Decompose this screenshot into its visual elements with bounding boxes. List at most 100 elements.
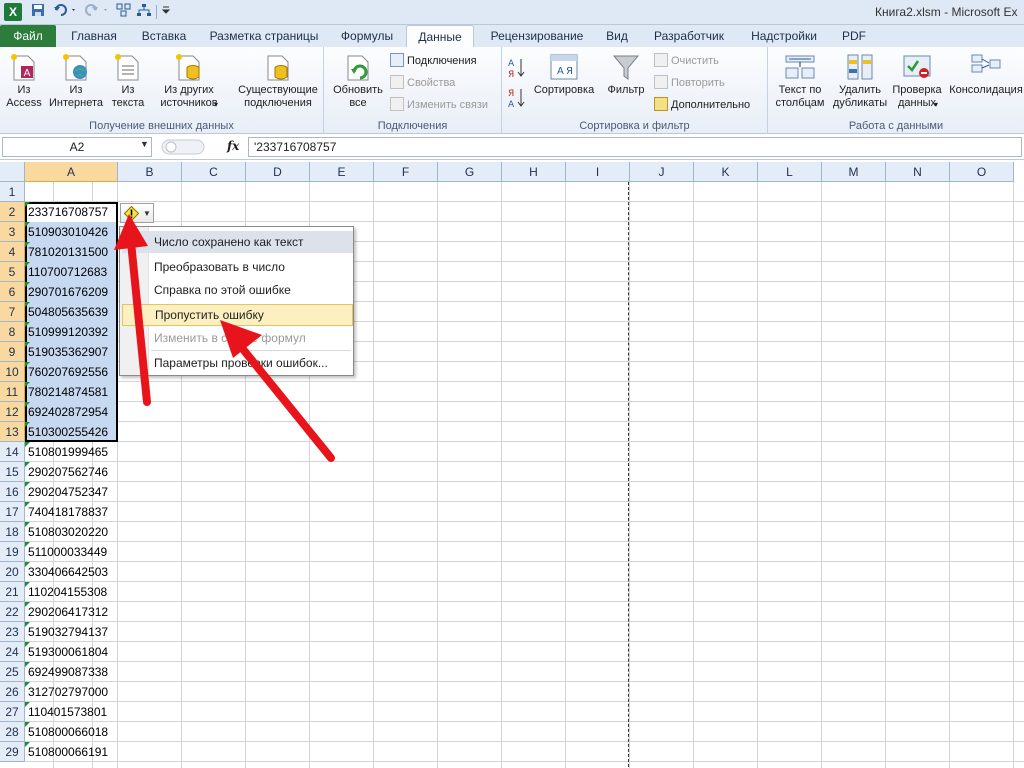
row-header-11[interactable]: 11 — [0, 382, 25, 402]
tab-insert[interactable]: Вставка — [132, 25, 196, 47]
tree-icon[interactable] — [136, 3, 152, 21]
column-header-g[interactable]: G — [438, 162, 502, 182]
row-header-16[interactable]: 16 — [0, 482, 25, 502]
error-smart-tag-button[interactable]: ▼ — [120, 203, 154, 223]
cell-a13[interactable]: 510300255426 — [25, 422, 118, 442]
row-header-23[interactable]: 23 — [0, 622, 25, 642]
row-header-1[interactable]: 1 — [0, 182, 25, 202]
customize-toolbar-icon[interactable] — [161, 3, 171, 21]
cell-a11[interactable]: 780214874581 — [25, 382, 118, 402]
menu-item-edit-in-formula-bar[interactable]: Изменить в строке формул — [122, 327, 353, 349]
cell-a14[interactable]: 510801999465 — [25, 442, 118, 462]
column-header-i[interactable]: I — [566, 162, 630, 182]
cell-a19[interactable]: 511000033449 — [25, 542, 118, 562]
column-header-c[interactable]: C — [182, 162, 246, 182]
row-header-14[interactable]: 14 — [0, 442, 25, 462]
cell-a27[interactable]: 110401573801 — [25, 702, 118, 722]
properties-button[interactable]: Свойства — [390, 73, 455, 93]
tab-review[interactable]: Рецензирование — [478, 25, 596, 47]
select-all-button[interactable] — [0, 162, 25, 182]
menu-item-convert-to-number[interactable]: Преобразовать в число — [122, 256, 353, 278]
formula-input[interactable]: '233716708757 — [248, 137, 1022, 157]
row-header-12[interactable]: 12 — [0, 402, 25, 422]
cell-a9[interactable]: 519035362907 — [25, 342, 118, 362]
redo-icon[interactable] — [84, 3, 112, 21]
row-header-17[interactable]: 17 — [0, 502, 25, 522]
row-header-28[interactable]: 28 — [0, 722, 25, 742]
connections-button[interactable]: Подключения — [390, 51, 477, 71]
cell-a3[interactable]: 510903010426 — [25, 222, 118, 242]
cell-a16[interactable]: 290204752347 — [25, 482, 118, 502]
from-access-button[interactable]: A Из Access — [4, 52, 44, 110]
column-header-o[interactable]: O — [950, 162, 1014, 182]
reapply-button[interactable]: Повторить — [654, 73, 725, 93]
row-header-4[interactable]: 4 — [0, 242, 25, 262]
row-header-25[interactable]: 25 — [0, 662, 25, 682]
cell-a29[interactable]: 510800066191 — [25, 742, 118, 762]
filter-button[interactable]: Фильтр — [602, 52, 650, 97]
column-header-h[interactable]: H — [502, 162, 566, 182]
column-header-l[interactable]: L — [758, 162, 822, 182]
from-web-button[interactable]: Из Интернета — [46, 52, 106, 110]
cell-a15[interactable]: 290207562746 — [25, 462, 118, 482]
cell-a24[interactable]: 519300061804 — [25, 642, 118, 662]
row-header-8[interactable]: 8 — [0, 322, 25, 342]
sort-za-button[interactable]: ЯА — [508, 87, 526, 110]
row-header-27[interactable]: 27 — [0, 702, 25, 722]
row-header-20[interactable]: 20 — [0, 562, 25, 582]
row-header-22[interactable]: 22 — [0, 602, 25, 622]
consolidate-button[interactable]: Консолидация — [948, 52, 1024, 97]
excel-app-icon[interactable]: X — [4, 3, 22, 21]
undo-icon[interactable] — [52, 3, 80, 21]
menu-item-help-on-error[interactable]: Справка по этой ошибке — [122, 279, 353, 301]
tab-home[interactable]: Главная — [60, 25, 128, 47]
column-header-d[interactable]: D — [246, 162, 310, 182]
sort-az-button[interactable]: АЯ — [508, 57, 526, 80]
tab-addins[interactable]: Надстройки — [744, 25, 824, 47]
tab-data[interactable]: Данные — [406, 25, 474, 47]
refresh-all-button[interactable]: Обновить все — [328, 52, 388, 110]
advanced-filter-button[interactable]: Дополнительно — [654, 95, 750, 115]
cell-a6[interactable]: 290701676209 — [25, 282, 118, 302]
cell-a2[interactable]: 233716708757 — [25, 202, 118, 222]
tab-file[interactable]: Файл — [0, 25, 56, 47]
edit-links-button[interactable]: Изменить связи — [390, 95, 488, 115]
row-header-15[interactable]: 15 — [0, 462, 25, 482]
sort-button[interactable]: АЯ Сортировка — [530, 52, 598, 97]
row-header-24[interactable]: 24 — [0, 642, 25, 662]
row-header-29[interactable]: 29 — [0, 742, 25, 762]
clear-filter-button[interactable]: Очистить — [654, 51, 719, 71]
tab-developer[interactable]: Разработчик — [644, 25, 734, 47]
row-header-5[interactable]: 5 — [0, 262, 25, 282]
row-header-18[interactable]: 18 — [0, 522, 25, 542]
cell-a17[interactable]: 740418178837 — [25, 502, 118, 522]
shapes-icon[interactable] — [116, 3, 132, 21]
column-header-e[interactable]: E — [310, 162, 374, 182]
column-header-f[interactable]: F — [374, 162, 438, 182]
cell-a28[interactable]: 510800066018 — [25, 722, 118, 742]
cell-a12[interactable]: 692402872954 — [25, 402, 118, 422]
cell-a26[interactable]: 312702797000 — [25, 682, 118, 702]
cell-a8[interactable]: 510999120392 — [25, 322, 118, 342]
menu-item-ignore-error[interactable]: Пропустить ошибку — [122, 304, 353, 326]
row-header-3[interactable]: 3 — [0, 222, 25, 242]
row-header-21[interactable]: 21 — [0, 582, 25, 602]
insert-function-icon[interactable]: fx — [227, 139, 239, 153]
cell-a20[interactable]: 330406642503 — [25, 562, 118, 582]
row-header-9[interactable]: 9 — [0, 342, 25, 362]
save-icon[interactable] — [30, 3, 46, 21]
cell-a10[interactable]: 760207692556 — [25, 362, 118, 382]
row-header-10[interactable]: 10 — [0, 362, 25, 382]
existing-connections-button[interactable]: Существующие подключения — [234, 52, 322, 110]
tab-pdf[interactable]: PDF — [834, 25, 874, 47]
row-header-13[interactable]: 13 — [0, 422, 25, 442]
cell-a25[interactable]: 692499087338 — [25, 662, 118, 682]
cell-a21[interactable]: 110204155308 — [25, 582, 118, 602]
column-header-a[interactable]: A — [25, 162, 118, 182]
tab-view[interactable]: Вид — [600, 25, 634, 47]
row-header-2[interactable]: 2 — [0, 202, 25, 222]
text-to-columns-button[interactable]: Текст по столбцам — [772, 52, 828, 110]
menu-item-error-checking-options[interactable]: Параметры проверки ошибок... — [122, 352, 353, 374]
data-validation-button[interactable]: Проверка данных ▾ — [890, 52, 944, 110]
cell-a5[interactable]: 110700712683 — [25, 262, 118, 282]
